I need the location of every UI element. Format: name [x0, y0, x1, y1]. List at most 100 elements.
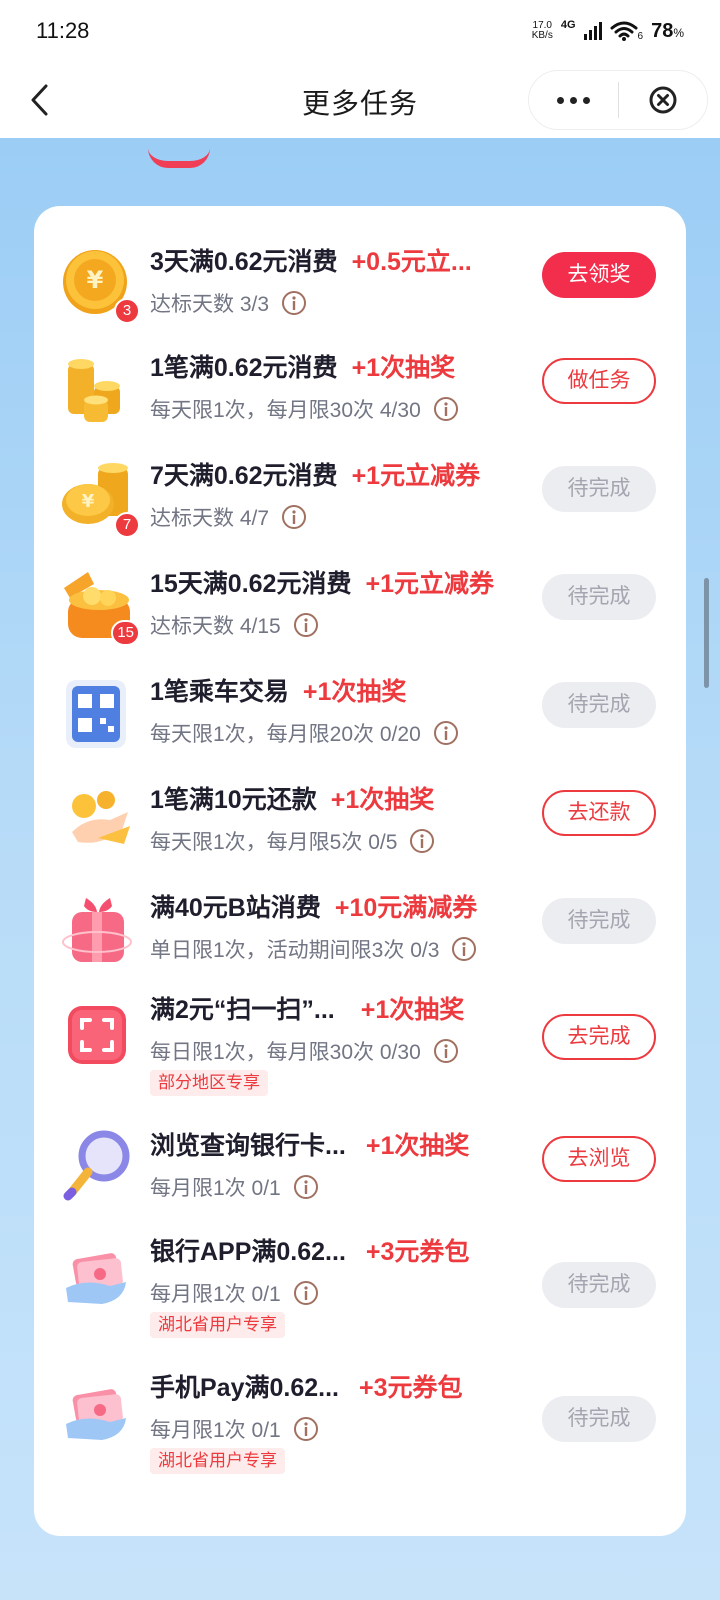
task-progress: 达标天数 4/15 — [150, 615, 281, 638]
task-progress: 达标天数 4/7 — [150, 507, 270, 530]
network-speed-unit: KB/s — [531, 30, 553, 41]
pending-button[interactable]: 待完成 — [542, 1396, 656, 1442]
pending-button[interactable]: 待完成 — [542, 466, 656, 512]
info-icon[interactable] — [433, 720, 459, 746]
pending-button[interactable]: 待完成 — [542, 898, 656, 944]
gift-box-icon — [58, 890, 136, 968]
coin-stack-icon — [58, 350, 136, 428]
task-row: 满40元B站消费 +10元满减券 单日限1次，活动期间限3次 0/3 待完成 — [34, 888, 686, 988]
task-title: 15天满0.62元消费 — [150, 570, 352, 598]
task-row: 满2元“扫一扫”... +1次抽奖 每日限1次，每月限30次 0/30 部分地区专… — [34, 990, 686, 1106]
coin-pile-icon: ¥ 7 — [58, 458, 140, 538]
icon-badge: 7 — [114, 512, 140, 538]
cash-hand-icon — [58, 1240, 136, 1318]
task-progress: 每日限1次，每月限30次 0/30 — [150, 1041, 421, 1064]
scrollbar[interactable] — [704, 578, 709, 688]
status-bar: 11:28 17.0 KB/s 4G 6 78% — [0, 0, 720, 62]
task-title: 7天满0.62元消费 — [150, 462, 338, 490]
info-icon[interactable] — [293, 1174, 319, 1200]
task-progress: 每天限1次，每月限30次 4/30 — [150, 399, 421, 422]
task-row: 1笔满10元还款 +1次抽奖 每天限1次，每月限5次 0/5 去还款 — [34, 780, 686, 880]
task-title: 1笔满10元还款 — [150, 786, 317, 814]
task-row: 1笔满0.62元消费 +1次抽奖 每天限1次，每月限30次 4/30 做任务 — [34, 348, 686, 448]
network-speed: 17.0 KB/s — [532, 21, 553, 41]
info-icon[interactable] — [293, 1416, 319, 1442]
info-icon[interactable] — [293, 1280, 319, 1306]
task-row: 15 15天满0.62元消费 +1元立减券 达标天数 4/15 待完成 — [34, 564, 686, 664]
network-type: 4G — [560, 19, 576, 31]
do-task-button[interactable]: 做任务 — [542, 358, 656, 404]
task-reward: +1次抽奖 — [351, 354, 456, 382]
task-reward: +10元满减券 — [334, 894, 478, 922]
svg-text:¥: ¥ — [82, 491, 95, 512]
status-time: 11:28 — [36, 18, 90, 43]
cash-hand-icon — [58, 1376, 136, 1454]
task-reward: +1次抽奖 — [302, 678, 407, 706]
task-list-card: ¥ 3 3天满0.62元消费 +0.5元立... 达标天数 3/3 去领奖 1笔满… — [34, 206, 686, 1536]
repay-button[interactable]: 去还款 — [542, 790, 656, 836]
info-icon[interactable] — [409, 828, 435, 854]
treasure-box-icon: 15 — [58, 566, 140, 646]
task-progress: 单日限1次，活动期间限3次 0/3 — [150, 939, 440, 962]
region-tag: 部分地区专享 — [150, 1070, 268, 1096]
info-icon[interactable] — [281, 290, 307, 316]
wifi-sub: 6 — [637, 31, 644, 42]
task-reward: +3元券包 — [365, 1238, 470, 1266]
status-icons: 17.0 KB/s 4G 6 78% — [532, 19, 684, 43]
task-title: 1笔乘车交易 — [150, 678, 289, 706]
more-dots-icon[interactable] — [529, 70, 618, 130]
task-row: 银行APP满0.62... +3元券包 每月限1次 0/1 湖北省用户专享 待完成 — [34, 1232, 686, 1348]
svg-text:¥: ¥ — [87, 266, 104, 294]
task-row: 1笔乘车交易 +1次抽奖 每天限1次，每月限20次 0/20 待完成 — [34, 672, 686, 772]
task-title: 手机Pay满0.62... — [150, 1374, 339, 1402]
task-title: 浏览查询银行卡... — [150, 1132, 346, 1160]
task-reward: +1次抽奖 — [360, 996, 465, 1024]
task-row: 手机Pay满0.62... +3元券包 每月限1次 0/1 湖北省用户专享 待完成 — [34, 1368, 686, 1484]
gold-coin-icon: ¥ 3 — [58, 244, 140, 324]
task-reward: +1元立减券 — [351, 462, 481, 490]
wifi-icon: 6 — [610, 20, 644, 42]
task-progress: 每月限1次 0/1 — [150, 1283, 281, 1306]
task-reward: +0.5元立... — [351, 248, 472, 276]
task-row: 浏览查询银行卡... +1次抽奖 每月限1次 0/1 去浏览 — [34, 1126, 686, 1226]
task-reward: +1次抽奖 — [330, 786, 435, 814]
hand-coin-icon — [58, 782, 136, 860]
task-row: ¥ 3 3天满0.62元消费 +0.5元立... 达标天数 3/3 去领奖 — [34, 242, 686, 342]
task-reward: +1次抽奖 — [365, 1132, 470, 1160]
task-progress: 每天限1次，每月限20次 0/20 — [150, 723, 421, 746]
task-reward: +3元券包 — [358, 1374, 463, 1402]
info-icon[interactable] — [433, 396, 459, 422]
region-tag: 湖北省用户专享 — [150, 1448, 285, 1474]
pending-button[interactable]: 待完成 — [542, 574, 656, 620]
qr-code-icon — [58, 674, 136, 752]
task-progress: 达标天数 3/3 — [150, 293, 270, 316]
task-title: 满2元“扫一扫”... — [150, 996, 335, 1024]
close-circle-icon[interactable] — [619, 70, 708, 130]
task-progress: 每天限1次，每月限5次 0/5 — [150, 831, 398, 854]
region-tag: 湖北省用户专享 — [150, 1312, 285, 1338]
battery-level: 78% — [651, 19, 684, 42]
task-title: 1笔满0.62元消费 — [150, 354, 338, 382]
icon-badge: 3 — [114, 298, 140, 324]
info-icon[interactable] — [293, 612, 319, 638]
info-icon[interactable] — [433, 1038, 459, 1064]
pending-button[interactable]: 待完成 — [542, 682, 656, 728]
icon-badge: 15 — [111, 620, 140, 646]
task-title: 银行APP满0.62... — [150, 1238, 346, 1266]
task-reward: +1元立减券 — [365, 570, 494, 598]
pending-button[interactable]: 待完成 — [542, 1262, 656, 1308]
claim-reward-button[interactable]: 去领奖 — [542, 252, 656, 298]
info-icon[interactable] — [451, 936, 477, 962]
task-title: 3天满0.62元消费 — [150, 248, 338, 276]
task-progress: 每月限1次 0/1 — [150, 1177, 281, 1200]
scan-icon — [58, 996, 136, 1074]
magnifier-icon — [58, 1126, 136, 1204]
browse-button[interactable]: 去浏览 — [542, 1136, 656, 1182]
info-icon[interactable] — [281, 504, 307, 530]
mini-program-capsule — [528, 70, 708, 130]
nav-bar: 更多任务 — [0, 62, 720, 138]
task-progress: 每月限1次 0/1 — [150, 1419, 281, 1442]
task-row: ¥ 7 7天满0.62元消费 +1元立减券 达标天数 4/7 待完成 — [34, 456, 686, 556]
task-title: 满40元B站消费 — [150, 894, 321, 922]
complete-button[interactable]: 去完成 — [542, 1014, 656, 1060]
